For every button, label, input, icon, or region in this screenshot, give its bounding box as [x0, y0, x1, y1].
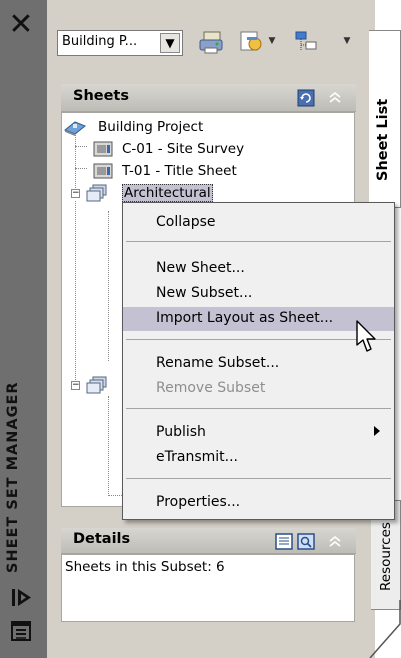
tree-item-sheet[interactable]: C-01 - Site Survey [86, 139, 316, 161]
mouse-cursor-icon [356, 320, 376, 352]
sheets-panel-header[interactable]: Sheets [61, 84, 356, 112]
collapse-toggle-icon[interactable]: − [71, 381, 80, 390]
close-icon[interactable]: ✕ [6, 10, 36, 40]
palette-titlebar[interactable]: ✕ SHEET SET MANAGER [0, 0, 47, 658]
selections-dropdown-icon[interactable]: ▼ [266, 34, 278, 48]
preview-icon[interactable] [297, 533, 315, 550]
menu-item-properties[interactable]: Properties... [123, 491, 394, 515]
details-view-icon[interactable] [275, 533, 293, 550]
chevron-down-icon[interactable]: ▼ [160, 33, 180, 53]
sheet-set-combo[interactable]: Building P... ▼ [57, 30, 183, 56]
sheets-panel-title: Sheets [73, 88, 129, 104]
menu-item-publish[interactable]: Publish [123, 421, 394, 445]
collapse-panel-icon[interactable] [327, 89, 343, 105]
menu-item-collapse[interactable]: Collapse [123, 211, 394, 235]
sheet-icon [92, 140, 114, 158]
tree-item-label: T-01 - Title Sheet [122, 163, 237, 179]
properties-icon[interactable] [9, 620, 35, 642]
menu-item-remove-subset: Remove Subset [156, 380, 266, 396]
menu-item-new-subset[interactable]: New Subset... [123, 282, 394, 306]
tree-item-label: C-01 - Site Survey [122, 141, 245, 157]
details-panel-title: Details [73, 531, 131, 547]
sheet-set-combo-value: Building P... [62, 34, 138, 49]
tree-item-label: Architectural [122, 184, 213, 202]
palette-resize-corner[interactable] [340, 600, 401, 658]
view-options-dropdown-icon[interactable]: ▼ [341, 34, 353, 48]
tab-sheet-list-label: Sheet List [375, 98, 391, 181]
view-options-icon[interactable] [291, 28, 321, 56]
tab-resources-label: Resources [378, 522, 394, 591]
menu-item-import-layout[interactable]: Import Layout as Sheet... [123, 307, 394, 331]
palette-title: SHEET SET MANAGER [5, 381, 21, 573]
subset-icon [86, 184, 108, 202]
menu-item-etransmit[interactable]: eTransmit... [123, 446, 394, 470]
collapse-toggle-icon[interactable]: − [71, 189, 80, 198]
sheet-set-icon [64, 118, 86, 136]
sheet-selections-icon[interactable] [237, 28, 267, 56]
tab-sheet-list[interactable]: Sheet List [369, 30, 401, 208]
tree-item-sheet[interactable]: T-01 - Title Sheet [86, 161, 316, 183]
details-panel-header[interactable]: Details [61, 528, 356, 554]
submenu-arrow-icon [374, 426, 380, 436]
refresh-icon[interactable] [297, 89, 315, 107]
subset-icon [86, 376, 108, 394]
publish-icon[interactable] [196, 28, 226, 56]
menu-item-new-sheet[interactable]: New Sheet... [123, 257, 394, 281]
context-menu: Collapse New Sheet... New Subset... Impo… [122, 202, 395, 520]
tree-item-label: Building Project [98, 119, 204, 135]
menu-item-rename-subset[interactable]: Rename Subset... [123, 352, 394, 376]
sheet-icon [92, 162, 114, 180]
tree-item-sheet-set[interactable]: Building Project [62, 117, 312, 139]
collapse-panel-icon[interactable] [327, 533, 343, 549]
details-panel-body: Sheets in this Subset: 6 [61, 554, 355, 622]
details-text: Sheets in this Subset: 6 [65, 559, 225, 575]
